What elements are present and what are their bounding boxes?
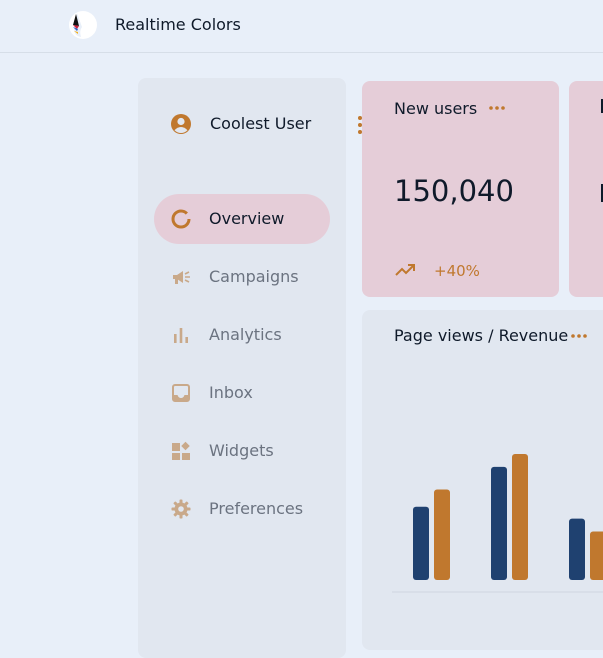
user-profile: Coolest User [170,111,362,137]
inbox-icon [172,384,190,402]
bar-chart-icon [174,328,188,343]
megaphone-icon [173,271,190,284]
chart-bar [413,506,429,580]
chart-title: Page views / Revenue [394,326,569,345]
chart-bar [512,454,528,580]
sidebar-item-widgets[interactable]: Widgets [154,426,330,476]
top-bar: Realtime Colors [0,0,603,53]
sidebar: Coolest User Overview Campaigns Analytic… [138,78,362,658]
trend-value: +40% [434,262,480,280]
sidebar-item-label: Analytics [209,325,282,344]
donut-chart-icon [171,209,191,229]
trending-up-icon [395,264,415,276]
chart-bar [434,489,450,580]
chart-card-page-views-revenue: Page views / Revenue [362,310,603,650]
logo-icon [69,11,97,39]
sidebar-item-label: Inbox [209,383,253,402]
stat-card-new-users: New users 150,040 +40% [362,81,559,297]
sidebar-item-label: Widgets [209,441,274,460]
sidebar-item-overview[interactable]: Overview [154,194,330,244]
widgets-icon [172,441,190,460]
chart-bar [590,531,603,580]
sidebar-item-preferences[interactable]: Preferences [154,484,330,534]
sidebar-item-campaigns[interactable]: Campaigns [154,252,330,302]
sidebar-item-label: Preferences [209,499,304,518]
gear-icon [171,499,191,519]
sidebar-item-inbox[interactable]: Inbox [154,368,330,418]
more-horizontal-icon[interactable] [570,329,588,343]
sidebar-item-label: Campaigns [209,267,299,286]
sidebar-item-label: Overview [209,209,285,228]
chart-bar [491,466,507,580]
card-title: New users [394,99,478,118]
more-horizontal-icon[interactable] [488,101,506,115]
bar-chart [392,454,603,593]
sidebar-item-analytics[interactable]: Analytics [154,310,330,360]
user-name: Coolest User [210,114,312,133]
stat-value: 150,040 [394,174,514,208]
chart-bar [569,518,585,580]
app-title: Realtime Colors [115,15,241,34]
user-avatar-icon[interactable] [170,113,192,135]
stat-card-partial [569,81,603,297]
